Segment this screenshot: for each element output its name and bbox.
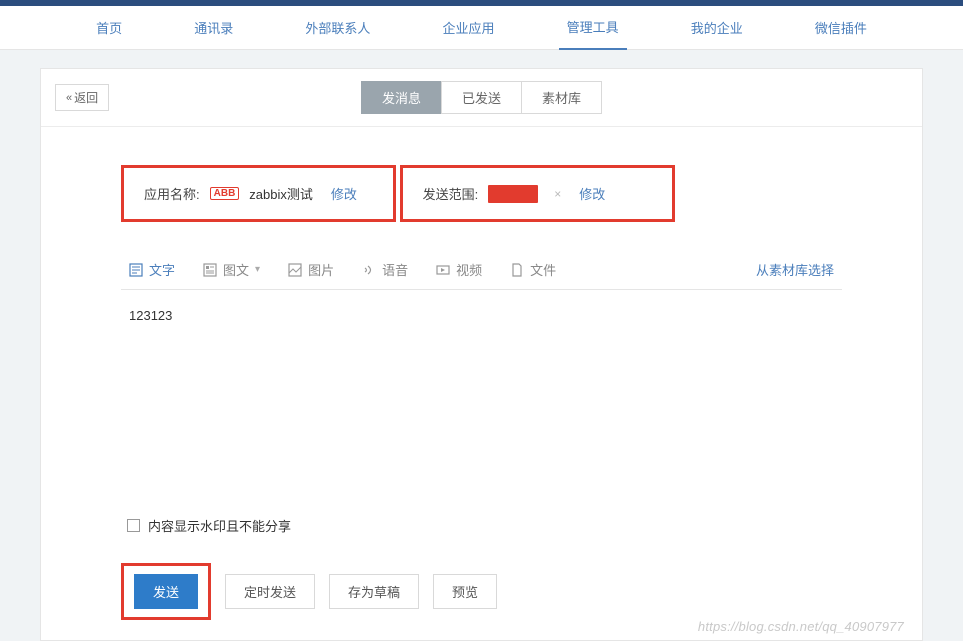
editor-tab-file-label: 文件	[530, 260, 556, 279]
file-icon	[510, 263, 524, 277]
send-button[interactable]: 发送	[134, 574, 198, 609]
editor-tab-image[interactable]: 图片	[288, 260, 334, 279]
editor-tab-video-label: 视频	[456, 260, 482, 279]
tab-material-library[interactable]: 素材库	[521, 81, 602, 114]
editor-tab-voice[interactable]: 语音	[362, 260, 408, 279]
form-area: 应用名称: ABB zabbix测试 修改 发送范围: × 修改 文字	[41, 127, 922, 640]
checkbox-icon[interactable]	[127, 519, 140, 532]
tab-sent[interactable]: 已发送	[441, 81, 522, 114]
page-watermark: https://blog.csdn.net/qq_40907977	[698, 619, 904, 634]
nav-wechat-plugin[interactable]: 微信插件	[807, 6, 875, 49]
main-nav: 首页 通讯录 外部联系人 企业应用 管理工具 我的企业 微信插件	[0, 6, 963, 50]
panel-topbar: « 返回 发消息 已发送 素材库	[41, 69, 922, 127]
scope-label: 发送范围:	[423, 184, 479, 203]
save-draft-button[interactable]: 存为草稿	[329, 574, 419, 609]
send-button-highlight: 发送	[121, 563, 211, 620]
watermark-checkbox-row[interactable]: 内容显示水印且不能分享	[121, 516, 842, 535]
dropdown-icon: ▾	[255, 264, 260, 275]
action-buttons: 发送 定时发送 存为草稿 预览	[121, 563, 842, 620]
scope-tag	[488, 185, 538, 203]
nav-apps[interactable]: 企业应用	[434, 6, 502, 49]
message-content-input[interactable]: 123123	[121, 290, 842, 490]
richtext-icon	[203, 263, 217, 277]
app-name-label: 应用名称:	[144, 184, 200, 203]
mode-tabs: 发消息 已发送 素材库	[361, 81, 602, 114]
scope-row: 发送范围: × 修改	[423, 184, 652, 203]
nav-contacts[interactable]: 通讯录	[186, 6, 241, 49]
back-button[interactable]: « 返回	[55, 84, 109, 111]
editor-tab-richtext-label: 图文	[223, 260, 249, 279]
editor-tab-text-label: 文字	[149, 260, 175, 279]
nav-external[interactable]: 外部联系人	[297, 6, 378, 49]
app-name-row: 应用名称: ABB zabbix测试 修改	[144, 184, 373, 203]
tab-send-message[interactable]: 发消息	[361, 81, 442, 114]
app-name-highlight: 应用名称: ABB zabbix测试 修改	[121, 165, 396, 222]
image-icon	[288, 263, 302, 277]
select-from-library-link[interactable]: 从素材库选择	[756, 260, 834, 279]
nav-my-company[interactable]: 我的企业	[683, 6, 751, 49]
app-badge: ABB	[210, 187, 240, 200]
nav-admin-tools[interactable]: 管理工具	[559, 5, 627, 50]
modify-app-name-link[interactable]: 修改	[331, 184, 357, 203]
video-icon	[436, 263, 450, 277]
preview-button[interactable]: 预览	[433, 574, 497, 609]
content-panel: « 返回 发消息 已发送 素材库 应用名称: ABB zabbix测试 修改 发…	[40, 68, 923, 641]
scope-highlight: 发送范围: × 修改	[400, 165, 675, 222]
remove-tag-icon[interactable]: ×	[554, 187, 561, 201]
app-name-value: zabbix测试	[249, 184, 313, 203]
chevron-left-icon: «	[66, 92, 72, 104]
voice-icon	[362, 263, 376, 277]
editor-tab-image-label: 图片	[308, 260, 334, 279]
editor-tab-text[interactable]: 文字	[129, 260, 175, 279]
editor-tab-file[interactable]: 文件	[510, 260, 556, 279]
text-icon	[129, 263, 143, 277]
nav-home[interactable]: 首页	[88, 6, 130, 49]
editor-type-tabs: 文字 图文 ▾ 图片 语音	[121, 260, 842, 290]
schedule-send-button[interactable]: 定时发送	[225, 574, 315, 609]
watermark-checkbox-label: 内容显示水印且不能分享	[148, 516, 291, 535]
editor-tab-video[interactable]: 视频	[436, 260, 482, 279]
back-label: 返回	[74, 89, 98, 106]
editor-tab-voice-label: 语音	[382, 260, 408, 279]
modify-scope-link[interactable]: 修改	[579, 184, 605, 203]
editor-tab-richtext[interactable]: 图文 ▾	[203, 260, 260, 279]
